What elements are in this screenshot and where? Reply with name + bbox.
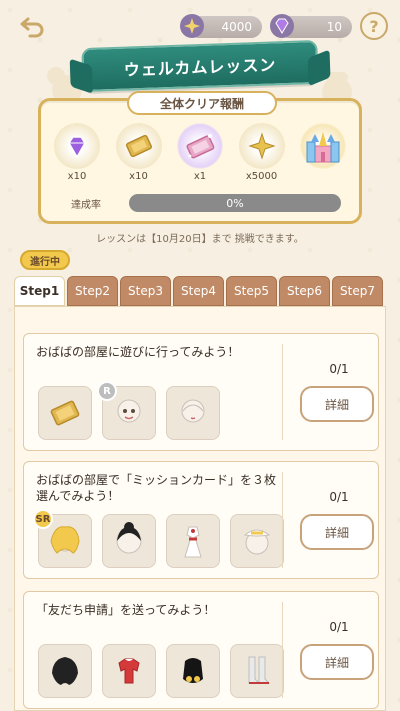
tab-step7[interactable]: Step7 (332, 276, 383, 306)
star-icon (247, 132, 276, 160)
mission-rewards: R (38, 381, 220, 440)
deadline-text: レッスンは【10月20日】まで 挑戦できます。 (96, 234, 304, 245)
progress-row: 達成率 0% (71, 193, 341, 213)
back-button[interactable] (16, 12, 48, 40)
mission-progress-count: 0/1 (329, 362, 349, 376)
hat-icon (243, 529, 271, 555)
reward-qty: x5000 (245, 171, 278, 182)
reward-qty: x10 (129, 171, 148, 182)
in-progress-badge: 進行中 (20, 250, 70, 270)
rarity-badge: SR (33, 509, 53, 529)
mission-card: おばばの部屋に遊びに行ってみよう！ R 0/1 詳細 (23, 333, 379, 451)
reward-qty: x1 (193, 171, 207, 182)
red-top-icon (118, 658, 140, 684)
reward-slot[interactable] (166, 644, 220, 698)
coin-balance: 4000 (180, 14, 262, 38)
reward-slot[interactable] (166, 386, 220, 440)
reward-glow (115, 123, 162, 169)
gem-count: 10 (326, 20, 342, 34)
detail-button[interactable]: 詳細 (300, 386, 374, 422)
tab-step4[interactable]: Step4 (173, 276, 224, 306)
gold-ticket-icon (125, 134, 152, 158)
progress-bar: 0% (129, 194, 341, 212)
reward-item[interactable] (295, 123, 351, 189)
mission-title: 「友だち申請」を送ってみよう！ (36, 603, 216, 617)
divider (282, 602, 283, 698)
progress-label: 達成率 (71, 199, 101, 211)
reward-slot[interactable]: R (97, 381, 156, 440)
mission-progress-count: 0/1 (329, 490, 349, 504)
divider (282, 472, 283, 568)
mission-rewards (38, 644, 284, 698)
mission-list: おばばの部屋に遊びに行ってみよう！ R 0/1 詳細 おばばの部屋で「ミッション… (14, 306, 386, 711)
tab-step5[interactable]: Step5 (226, 276, 277, 306)
reward-glow (238, 123, 285, 169)
banner-title: ウェルカムレッスン (123, 55, 277, 80)
hair-icon (181, 399, 205, 423)
mission-progress-count: 0/1 (329, 620, 349, 634)
reward-glow (54, 123, 100, 169)
reward-item[interactable]: x10 (49, 123, 105, 189)
black-hair-icon (52, 657, 78, 685)
help-button[interactable]: ? (360, 12, 388, 40)
reward-slot[interactable] (166, 514, 220, 568)
reward-glow (177, 123, 223, 169)
back-arrow-icon (20, 17, 44, 38)
mission-title: おばばの部屋で「ミッションカード」を３枚選んでみよう！ (36, 473, 277, 504)
tab-step2[interactable]: Step2 (67, 276, 118, 306)
reward-slot[interactable] (230, 514, 284, 568)
mission-title: おばばの部屋に遊びに行ってみよう！ (36, 345, 240, 359)
question-icon: ? (369, 16, 379, 36)
castle-icon (306, 132, 340, 163)
reward-item[interactable]: x1 (172, 123, 228, 189)
progress-text: 0% (226, 196, 244, 210)
black-outfit-icon (183, 658, 203, 683)
reward-slot[interactable] (102, 644, 156, 698)
mission-rewards: SR (33, 509, 284, 568)
dress-icon (184, 526, 202, 558)
detail-button[interactable]: 詳細 (300, 514, 374, 550)
gem-icon (68, 136, 86, 159)
reward-panel: 全体クリア報酬 x10 x10 x1 x5000 達成率 0% (38, 91, 362, 224)
reward-slot[interactable] (38, 644, 92, 698)
step-tabs: Step1 Step2 Step3 Step4 Step5 Step6 Step… (14, 276, 386, 306)
reward-slot[interactable]: SR (33, 509, 92, 568)
boots-icon (248, 656, 271, 684)
reward-item[interactable]: x5000 (234, 123, 290, 189)
mission-card: 「友だち申請」を送ってみよう！ 0/1 詳細 (23, 591, 379, 709)
reward-slot[interactable] (230, 644, 284, 698)
coin-count: 4000 (221, 20, 252, 34)
gem-icon (270, 14, 294, 38)
reward-slot[interactable] (38, 386, 92, 440)
reward-item[interactable]: x10 (111, 123, 167, 189)
reward-glow (300, 123, 346, 169)
mission-card: おばばの部屋で「ミッションカード」を３枚選んでみよう！ SR 0/1 詳細 (23, 461, 379, 579)
detail-button[interactable]: 詳細 (300, 644, 374, 680)
rarity-badge: R (97, 381, 117, 401)
pink-ticket-icon (186, 134, 215, 159)
tab-step3[interactable]: Step3 (120, 276, 171, 306)
star-coin-icon (180, 14, 204, 38)
reward-qty: x10 (67, 171, 87, 182)
divider (282, 344, 283, 440)
gold-ticket-icon (50, 400, 80, 426)
tab-step1[interactable]: Step1 (14, 276, 65, 306)
lesson-banner: ウェルカムレッスン (81, 39, 319, 93)
tab-step6[interactable]: Step6 (279, 276, 330, 306)
gem-balance: 10 (270, 14, 352, 38)
reward-slot[interactable] (102, 514, 156, 568)
reward-items: x10 x10 x1 x5000 (49, 123, 351, 189)
reward-title: 全体クリア報酬 (127, 91, 277, 115)
black-hair-icon (116, 522, 142, 554)
face-icon (117, 399, 141, 423)
